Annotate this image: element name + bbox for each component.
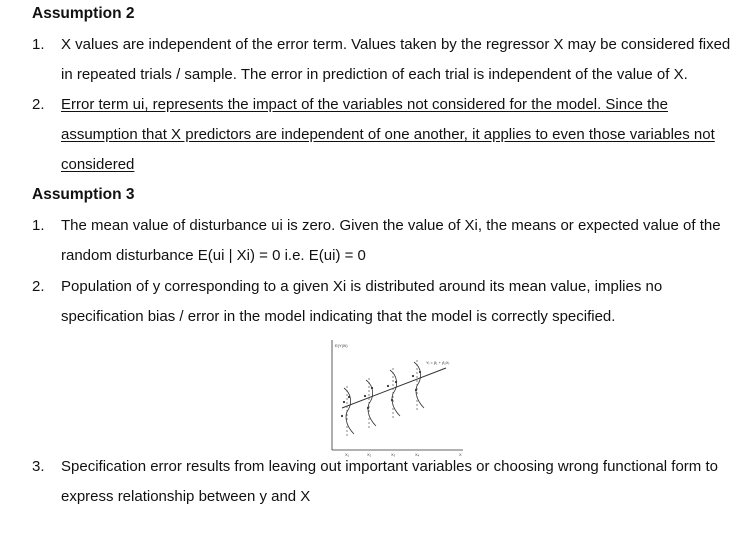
list-item-text: specification bias / error in the model …: [61, 308, 616, 325]
list-number: 1.: [32, 36, 45, 53]
x-tick-label: X₁: [345, 452, 350, 457]
regression-line-label: Yᵢ = β₁ + β₂Xᵢ: [426, 360, 450, 365]
y-axis-label: E(Y|Xi): [335, 343, 348, 348]
distribution-curve: [365, 379, 377, 427]
list-item-text: X values are independent of the error te…: [61, 36, 731, 53]
list-item-text: assumption that X predictors are indepen…: [61, 126, 715, 143]
x-tick-label: X₂: [367, 452, 372, 457]
x-tick-label: X₄: [415, 452, 420, 457]
distribution-curve: [343, 387, 355, 435]
list-number: 2.: [32, 96, 45, 113]
assumption-3-heading: Assumption 3: [32, 186, 135, 203]
x-tick-label: X₃: [391, 452, 396, 457]
list-item-text: random disturbance E(ui | Xi) = 0 i.e. E…: [61, 247, 366, 264]
assumption-2-heading: Assumption 2: [32, 5, 135, 22]
list-item-text: Specification error results from leaving…: [61, 458, 718, 475]
list-item-text: express relationship between y and X: [61, 488, 311, 505]
list-item-text: Population of y corresponding to a given…: [61, 278, 663, 295]
list-item-text: Error term ui, represents the impact of …: [61, 96, 668, 113]
list-number: 3.: [32, 458, 45, 475]
list-item-text: The mean value of disturbance ui is zero…: [61, 217, 721, 234]
list-number: 1.: [32, 217, 45, 234]
list-item-text: in repeated trials / sample. The error i…: [61, 66, 688, 83]
distribution-curve: [413, 361, 425, 409]
x-axis-label: X: [459, 452, 462, 457]
regression-distribution-figure: E(Y|Xi) Yᵢ = β₁ + β₂Xᵢ X₁ X₂ X₃ X₄ X: [331, 340, 463, 457]
list-number: 2.: [32, 278, 45, 295]
list-item-text: considered: [61, 156, 135, 173]
distribution-curve: [389, 369, 401, 417]
